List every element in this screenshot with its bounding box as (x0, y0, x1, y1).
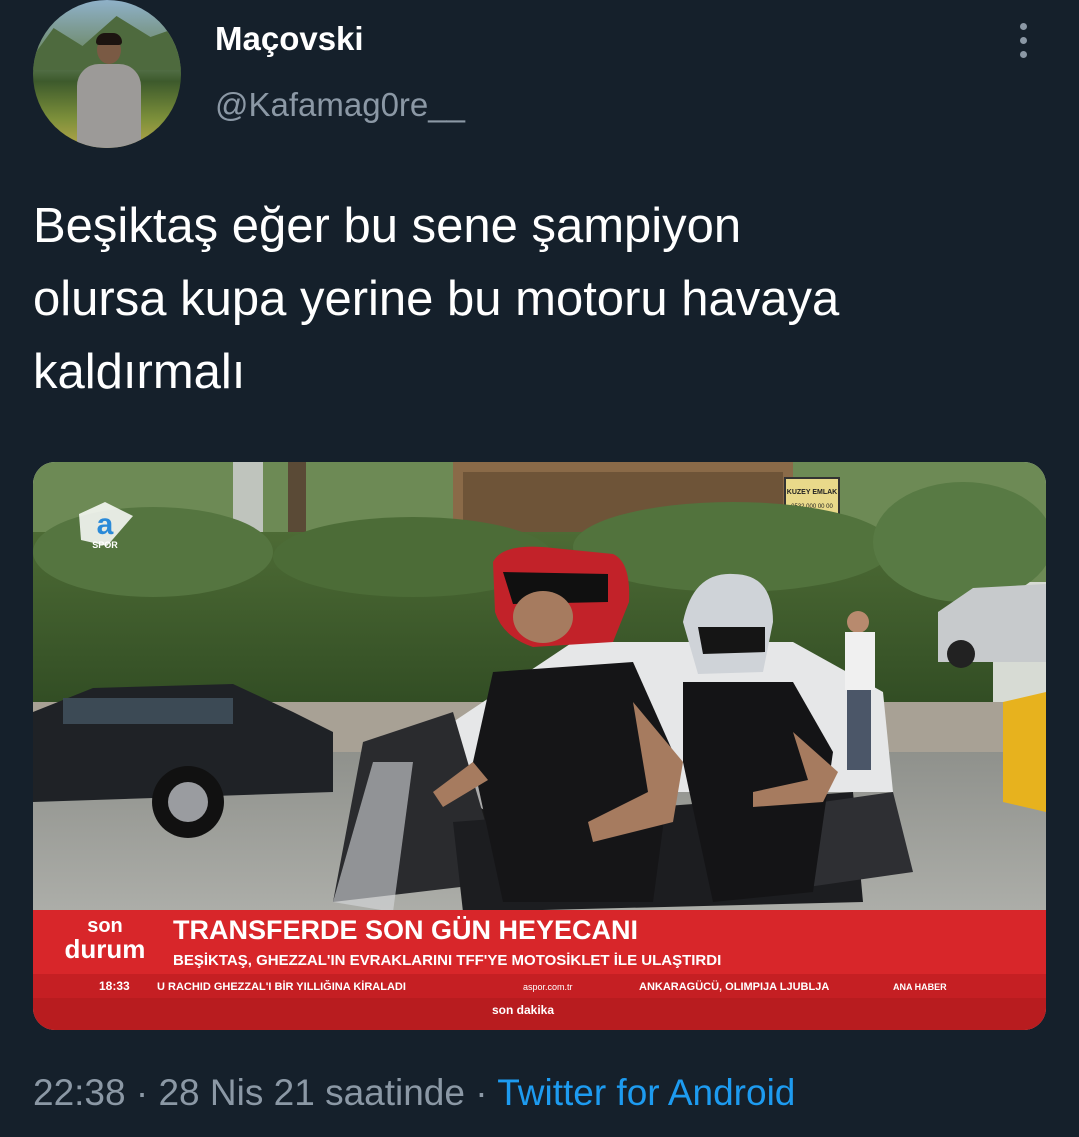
ticker-breaking-label: son dakika (492, 1003, 554, 1017)
ticker-time: 18:33 (99, 979, 130, 993)
shop-sign-line1: KUZEY EMLAK (787, 489, 837, 496)
dot (1019, 50, 1027, 58)
tweet-date[interactable]: 28 Nis 21 saatinde (158, 1072, 464, 1113)
user-handle[interactable]: @Kafamag0re__ (215, 86, 465, 124)
ticker-subheadline: BEŞİKTAŞ, GHEZZAL'IN EVRAKLARINI TFF'YE … (173, 952, 721, 969)
ticker-site: aspor.com.tr (523, 982, 573, 992)
ticker-headline: TRANSFERDE SON GÜN HEYECANI (173, 915, 638, 945)
ticker-text-1: U RACHID GHEZZAL'I BİR YILLIĞINA KİRALAD… (157, 980, 406, 993)
meta-separator: · (125, 1072, 159, 1113)
avatar[interactable] (33, 0, 181, 148)
more-vertical-icon[interactable] (1006, 18, 1040, 62)
channel-logo-sub: SPOR (92, 540, 118, 550)
rider-1 (473, 662, 673, 902)
ticker-brand-bottom: durum (65, 934, 146, 964)
meta-separator: · (464, 1072, 498, 1113)
tweet-text: Beşiktaş eğer bu sene şampiyon olursa ku… (33, 199, 840, 399)
source-app-link[interactable]: Twitter for Android (497, 1072, 795, 1113)
tweet-meta: 22:38 · 28 Nis 21 saatinde · Twitter for… (33, 1072, 795, 1114)
tweet-time[interactable]: 22:38 (33, 1072, 126, 1113)
tweet-media-image[interactable]: KUZEY EMLAK 0532 000 00 00 a SPOR son du… (33, 462, 1046, 1030)
ticker-text-3: ANA HABER (893, 982, 947, 992)
media-scene: KUZEY EMLAK 0532 000 00 00 a SPOR son du… (33, 462, 1046, 1030)
channel-logo-letter: a (97, 508, 114, 541)
ticker-text-2: ANKARAGÜCÜ, OLIMPIJA LJUBLJA (639, 980, 829, 993)
avatar-body (77, 64, 141, 148)
avatar-hair (96, 33, 122, 45)
dot (1019, 22, 1027, 30)
dot (1019, 36, 1027, 44)
display-name[interactable]: Maçovski (215, 20, 364, 58)
